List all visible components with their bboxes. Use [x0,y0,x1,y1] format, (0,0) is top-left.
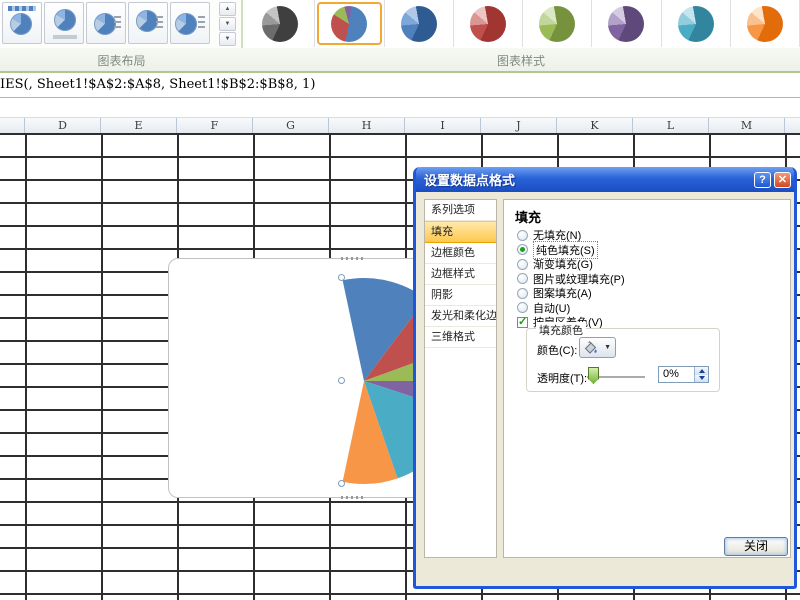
purple-pie-icon [608,6,644,42]
chart-layout-thumb-5[interactable] [170,2,210,44]
dialog-body: 系列选项 填充 边框颜色 边框样式 阴影 发光和柔化边缘 三维格式 填充 无填充… [416,192,794,561]
option-gradient-fill[interactable]: 渐变填充(G) [517,257,625,271]
category-border-style[interactable]: 边框样式 [425,264,496,285]
dropdown-caret-icon: ▼ [604,344,611,351]
transparency-spinner[interactable]: 0% [658,366,709,383]
fill-color-group-label: 填充颜色 [536,322,586,338]
column-header-L[interactable]: L [633,118,709,134]
selection-handle-top[interactable] [338,274,345,281]
gallery-down-icon[interactable]: ▼ [219,17,236,31]
fill-panel-heading: 填充 [515,207,541,226]
close-icon[interactable]: ✕ [774,172,791,188]
red-pie-icon [470,6,506,42]
chart-bottom-drag-dots[interactable] [341,496,363,499]
category-fill-selected[interactable]: 填充 [425,221,496,243]
fill-color-group: 填充颜色 颜色(C): ▼ 透明度(T): 0% [526,328,720,392]
pie-layout-4-icon [136,10,158,32]
help-icon[interactable]: ? [754,172,771,188]
column-header-J[interactable]: J [481,118,557,134]
dialog-titlebar[interactable]: 设置数据点格式 ? ✕ [416,167,794,192]
column-header-H[interactable]: H [329,118,405,134]
category-shadow[interactable]: 阴影 [425,285,496,306]
checkbox-checked-icon[interactable] [517,317,528,328]
option-picture-texture-fill[interactable]: 图片或纹理填充(P) [517,272,625,286]
transparency-value: 0% [663,368,679,380]
close-button[interactable]: 关闭 [724,537,788,556]
option-automatic[interactable]: 自动(U) [517,301,625,315]
fill-panel: 填充 无填充(N) 纯色填充(S) 渐变填充(G) [503,199,791,558]
spinner-buttons [694,367,708,382]
paint-bucket-icon [584,341,597,355]
chart-style-gray[interactable] [246,0,315,47]
dialog-category-list: 系列选项 填充 边框颜色 边框样式 阴影 发光和柔化边缘 三维格式 [424,199,497,558]
chart-layout-thumb-4[interactable] [128,2,168,44]
pie-layout-1-icon [8,6,36,11]
column-header-K[interactable]: K [557,118,633,134]
fill-options: 无填充(N) 纯色填充(S) 渐变填充(G) 图片或纹理填充(P) [517,228,625,330]
chart-style-teal[interactable] [662,0,731,47]
chart-style-orange[interactable] [731,0,800,47]
radio-icon[interactable] [517,259,528,270]
column-header-M[interactable]: M [709,118,785,134]
chart-top-drag-dots[interactable] [341,257,363,260]
category-series-options[interactable]: 系列选项 [425,200,496,221]
color-label: 颜色(C): [537,342,577,358]
multicolor-pie-icon [331,6,367,42]
category-border-color[interactable]: 边框颜色 [425,243,496,264]
spin-up-icon[interactable] [695,367,708,375]
selection-handle-center[interactable] [338,377,345,384]
chart-style-blue[interactable] [385,0,454,47]
pie-layout-5-icon [175,13,197,35]
selection-handle-bottom[interactable] [338,480,345,487]
pie-chart[interactable] [169,259,427,499]
chart-style-red[interactable] [454,0,523,47]
radio-icon[interactable] [517,302,528,313]
chart-layout-gallery [2,2,216,46]
column-header-F[interactable]: F [177,118,253,134]
pie-layout-2-icon [54,9,76,31]
chart-styles-gallery [246,0,800,49]
column-header-D[interactable]: D [25,118,101,134]
spin-down-icon[interactable] [695,375,708,383]
chart-style-multicolor-selected[interactable] [315,0,384,47]
orange-pie-icon [747,6,783,42]
chart-style-green[interactable] [523,0,592,47]
transparency-label: 透明度(T): [537,370,587,386]
radio-icon[interactable] [517,288,528,299]
radio-icon[interactable] [517,230,528,241]
chart-layout-thumb-2[interactable] [44,2,84,44]
formula-bar[interactable]: IES(, Sheet1!$A$2:$A$8, Sheet1!$B$2:$B$8… [0,73,800,98]
chart-style-purple[interactable] [592,0,661,47]
gallery-more-icon[interactable]: ▼ [219,32,236,46]
dialog-title: 设置数据点格式 [416,170,754,189]
fill-color-dropdown[interactable]: ▼ [579,337,616,358]
chart-styles-group-label: 图表样式 [246,52,796,69]
pie-layout-3-icon [94,13,116,35]
column-header-G[interactable]: G [253,118,329,134]
excel-window: ▲ ▼ ▼ 图表布局 图表样式 IES(, Sheet1!$A$2:$A$8, … [0,0,800,600]
pie-chart-object[interactable] [168,258,426,498]
chart-layout-thumb-3[interactable] [86,2,126,44]
radio-icon[interactable] [517,273,528,284]
column-header-E[interactable]: E [101,118,177,134]
gray-pie-icon [262,6,298,42]
category-glow-soft-edges[interactable]: 发光和柔化边缘 [425,306,496,327]
layout-gallery-scroll: ▲ ▼ ▼ [219,2,236,46]
option-solid-fill[interactable]: 纯色填充(S) [517,243,625,257]
column-header-stub[interactable] [0,118,25,134]
radio-selected-icon[interactable] [517,244,528,255]
transparency-slider-thumb[interactable] [588,367,599,384]
column-header-I[interactable]: I [405,118,481,134]
chart-layout-thumb-1[interactable] [2,2,42,44]
category-3d-format[interactable]: 三维格式 [425,327,496,348]
green-pie-icon [539,6,575,42]
option-pattern-fill[interactable]: 图案填充(A) [517,286,625,300]
ribbon: ▲ ▼ ▼ 图表布局 图表样式 [0,0,800,73]
teal-pie-icon [678,6,714,42]
gallery-up-icon[interactable]: ▲ [219,2,236,16]
blue-pie-icon [401,6,437,42]
format-data-point-dialog: 设置数据点格式 ? ✕ 系列选项 填充 边框颜色 边框样式 阴影 发光和柔化边缘… [413,167,797,589]
ribbon-group-labels: 图表布局 图表样式 [0,48,800,71]
chart-layout-group-label: 图表布局 [0,52,243,69]
